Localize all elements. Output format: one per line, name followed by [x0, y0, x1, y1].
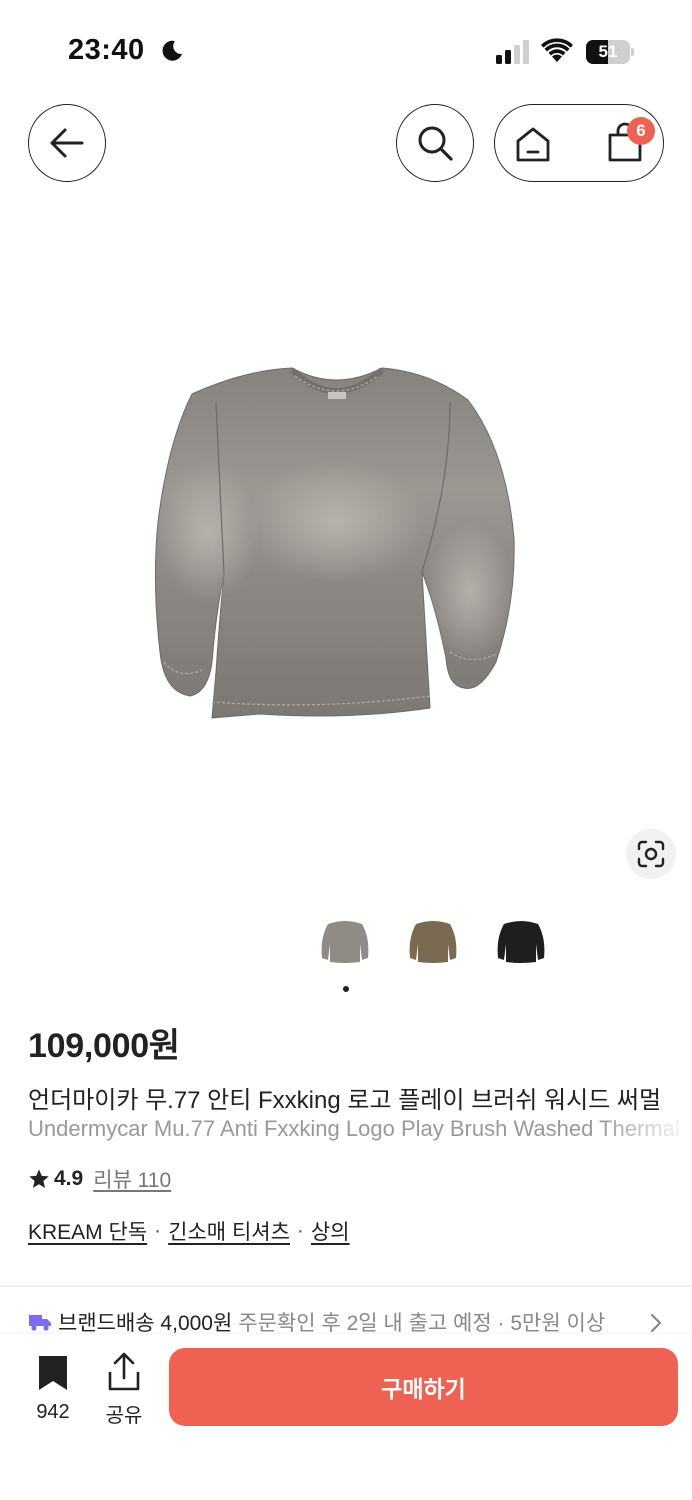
tag-tops[interactable]: 상의 — [311, 1216, 350, 1246]
color-thumbnails — [0, 914, 692, 968]
tag-kream-exclusive[interactable]: KREAM 단독 — [28, 1216, 147, 1246]
arrow-left-icon — [50, 128, 84, 158]
cart-count-badge: 6 — [627, 117, 655, 145]
share-label: 공유 — [105, 1405, 143, 1427]
battery-percent: 51 — [598, 42, 618, 61]
rating-value: 4.9 — [54, 1167, 84, 1190]
moon-icon — [162, 40, 182, 61]
bookmark-count: 942 — [36, 1401, 70, 1423]
buy-button[interactable]: 구매하기 — [169, 1348, 678, 1426]
thumbnail-gray[interactable] — [318, 914, 372, 968]
thumbnail-black[interactable] — [494, 914, 548, 968]
shipping-label: 브랜드배송 4,000원 — [58, 1312, 233, 1335]
product-image[interactable] — [150, 362, 522, 728]
wifi-icon — [541, 38, 573, 62]
carousel-indicator — [343, 986, 349, 992]
status-time: 23:40 — [68, 34, 145, 66]
thumbnail-olive[interactable] — [406, 914, 460, 968]
product-title-korean: 언더마이카 무.77 안티 Fxxking 로고 플레이 브러쉬 워시드 써멀 — [28, 1087, 662, 1114]
share-icon — [108, 1352, 140, 1391]
bookmark-button[interactable]: 942 — [30, 1354, 76, 1424]
status-bar: 23:40 51 — [0, 0, 692, 100]
cellular-signal-icon — [496, 40, 529, 64]
tag-separator: · — [154, 1219, 162, 1242]
camera-lens-icon — [637, 840, 665, 868]
truck-icon — [29, 1315, 51, 1331]
tag-long-sleeve-tshirt[interactable]: 긴소매 티셔츠 — [168, 1216, 290, 1246]
search-button[interactable] — [396, 104, 474, 182]
image-search-button[interactable] — [626, 829, 676, 879]
bookmark-icon — [39, 1356, 67, 1390]
home-icon[interactable] — [513, 125, 553, 163]
section-divider — [0, 1285, 692, 1287]
shipping-detail: 주문확인 후 2일 내 출고 예정 · 5만원 이상 — [238, 1312, 606, 1335]
search-icon — [418, 126, 453, 161]
star-icon — [29, 1169, 49, 1188]
tag-separator: · — [296, 1219, 304, 1242]
bottom-action-bar: 942 공유 구매하기 — [0, 1334, 692, 1500]
share-button[interactable]: 공유 — [102, 1352, 146, 1428]
home-cart-group: 6 — [494, 104, 664, 182]
product-price: 109,000원 — [28, 1027, 180, 1065]
back-button[interactable] — [28, 104, 106, 182]
chevron-right-icon[interactable] — [648, 1312, 664, 1334]
category-tags: KREAM 단독 · 긴소매 티셔츠 · 상의 — [28, 1216, 350, 1246]
review-link[interactable]: 리뷰 110 — [93, 1164, 171, 1194]
product-title-english: Undermycar Mu.77 Anti Fxxking Logo Play … — [28, 1116, 680, 1141]
battery-indicator: 51 — [586, 40, 634, 64]
rating-row: 4.9 리뷰 110 — [28, 1164, 171, 1194]
